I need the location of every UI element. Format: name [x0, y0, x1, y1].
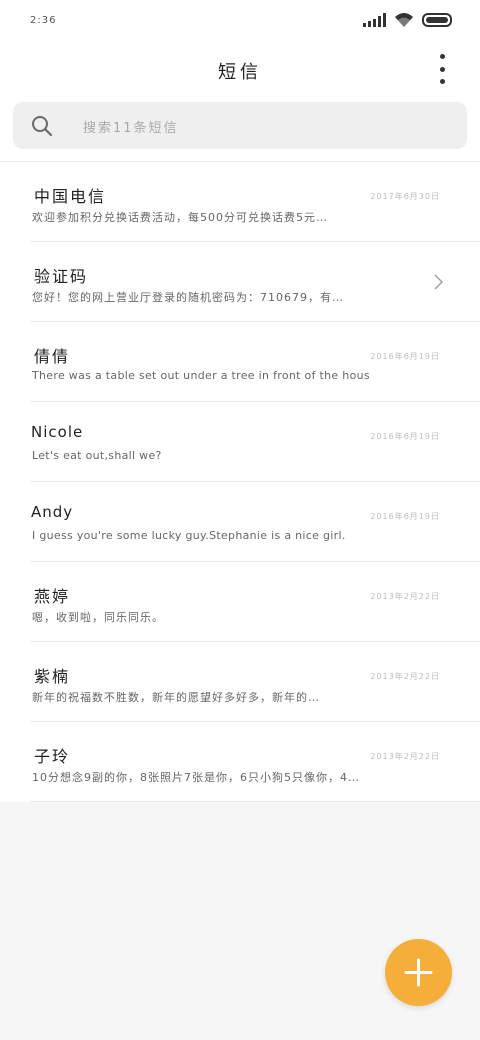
message-date: 2013年2月22日	[370, 752, 440, 761]
conversation-item[interactable]: 子玲 2013年2月22日 10分想念9副的你，8张照片7张是你，6只小狗5只像…	[30, 722, 480, 802]
search-input[interactable]: 搜索11条短信	[13, 102, 467, 149]
status-time: 2:36	[30, 15, 57, 26]
message-date: 2016年6月19日	[370, 512, 440, 521]
contact-name: 燕婷	[34, 587, 71, 606]
signal-icon	[363, 13, 386, 27]
message-date: 2016年6月19日	[370, 352, 440, 361]
message-preview: 您好！您的网上营业厅登录的随机密码为：710679，有…	[32, 291, 344, 304]
conversation-item[interactable]: 燕婷 2013年2月22日 嗯，收到啦，同乐同乐。	[30, 562, 480, 642]
conversation-item[interactable]: Nicole 2016年6月19日 Let's eat out,shall we…	[30, 402, 480, 482]
message-preview: 嗯，收到啦，同乐同乐。	[32, 611, 164, 624]
conversation-item[interactable]: 倩倩 2016年6月19日 There was a table set out …	[30, 322, 480, 402]
wifi-icon	[395, 13, 413, 27]
message-date: 2016年6月19日	[370, 432, 440, 441]
conversation-item[interactable]: Andy 2016年6月19日 I guess you're some luck…	[30, 482, 480, 562]
contact-name: Andy	[31, 503, 74, 521]
message-preview: 10分想念9副的你，8张照片7张是你，6只小狗5只像你，4…	[32, 771, 360, 784]
page-title: 短信	[218, 62, 262, 83]
message-date: 2013年2月22日	[370, 672, 440, 681]
chevron-right-icon	[434, 274, 443, 290]
header: 短信	[0, 44, 480, 96]
message-preview: 欢迎参加积分兑换话费活动，每500分可兑换话费5元…	[32, 211, 328, 224]
search-placeholder: 搜索11条短信	[83, 121, 179, 136]
message-date: 2013年2月22日	[370, 592, 440, 601]
contact-name: 子玲	[34, 747, 71, 766]
status-icons	[363, 12, 452, 28]
plus-icon	[404, 958, 433, 987]
contact-name: Nicole	[31, 423, 84, 441]
more-vertical-icon[interactable]	[432, 54, 452, 84]
message-preview: There was a table set out under a tree i…	[32, 369, 370, 382]
contact-name: 紫楠	[34, 667, 71, 686]
contact-name: 倩倩	[34, 347, 71, 366]
message-preview: 新年的祝福数不胜数，新年的愿望好多好多，新年的…	[32, 691, 320, 704]
message-preview: I guess you're some lucky guy.Stephanie …	[32, 529, 346, 542]
new-message-button[interactable]	[385, 939, 452, 1006]
battery-icon	[422, 13, 452, 27]
contact-name: 中国电信	[34, 187, 107, 206]
conversation-item[interactable]: 中国电信 2017年6月30日 欢迎参加积分兑换话费活动，每500分可兑换话费5…	[30, 162, 480, 242]
messages-app: 2:36 短信 搜索11条短信 中国电信 2017年6月30日 欢迎参加积分兑换…	[0, 0, 480, 802]
message-preview: Let's eat out,shall we?	[32, 449, 162, 462]
contact-name: 验证码	[34, 267, 89, 286]
status-bar: 2:36	[0, 0, 480, 44]
conversation-item[interactable]: 验证码 您好！您的网上营业厅登录的随机密码为：710679，有…	[30, 242, 480, 322]
message-date: 2017年6月30日	[370, 192, 440, 201]
search-icon	[32, 116, 53, 137]
conversation-item[interactable]: 紫楠 2013年2月22日 新年的祝福数不胜数，新年的愿望好多好多，新年的…	[30, 642, 480, 722]
conversation-list: 中国电信 2017年6月30日 欢迎参加积分兑换话费活动，每500分可兑换话费5…	[0, 162, 480, 802]
